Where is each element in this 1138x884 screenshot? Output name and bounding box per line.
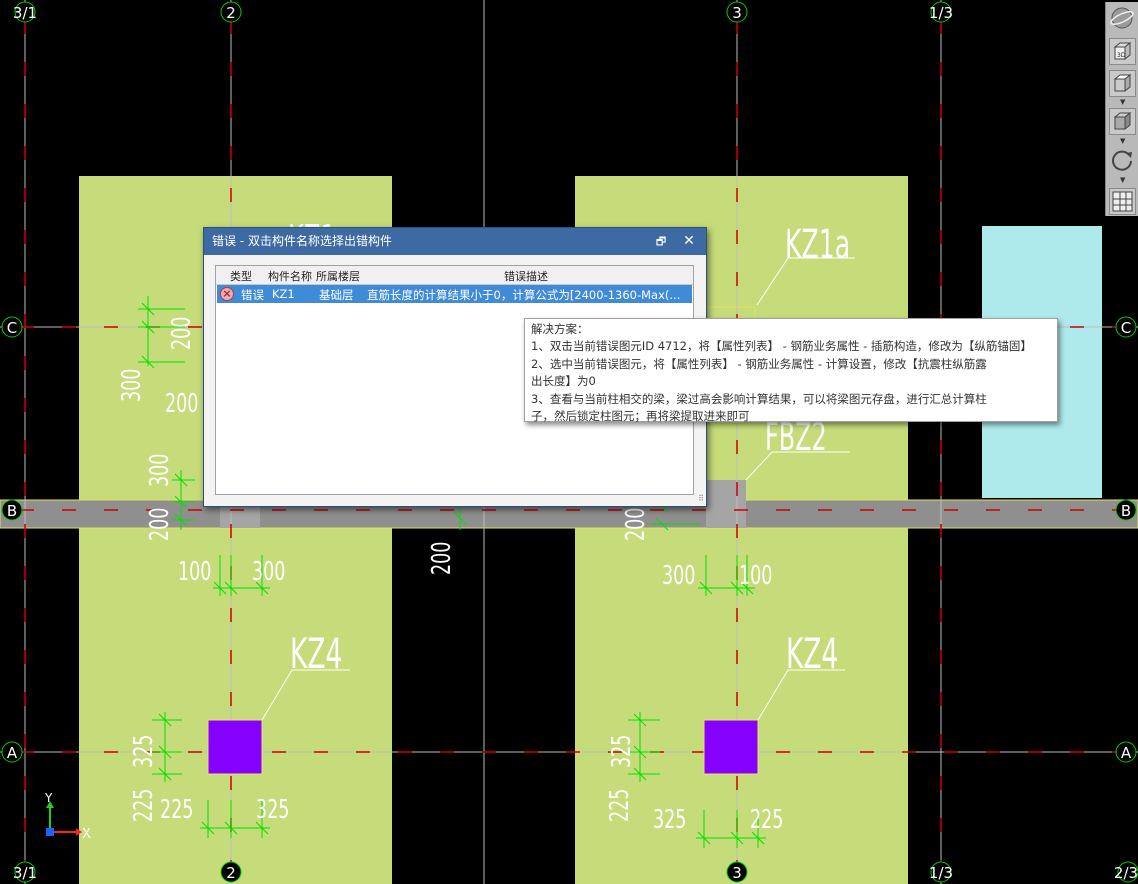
axis-bottom-5: 2/3: [1114, 864, 1138, 882]
axis-right-c: C: [1121, 319, 1131, 337]
dialog-title: 错误 - 双击构件名称选择出错构件: [212, 234, 392, 248]
layer-grid-icon[interactable]: [1109, 188, 1136, 215]
row-description: 直筋长度的计算结果小于0，计算公式为[2400-1360-Max(...: [367, 288, 681, 302]
close-icon: ✕: [683, 233, 695, 249]
view-3d-cube-icon[interactable]: 3D: [1109, 38, 1136, 65]
axis-left-b: B: [7, 502, 17, 520]
dim-200-b: 200: [145, 508, 174, 541]
rotate-icon[interactable]: [1109, 147, 1136, 174]
col-name[interactable]: 构件名称: [268, 268, 312, 284]
chevron-down-icon[interactable]: ▼: [1120, 177, 1125, 184]
dim-325-right-h: 325: [653, 805, 686, 834]
dim-225-right-h: 225: [750, 805, 783, 834]
label-kz1a: KZ1a: [785, 222, 850, 268]
axis-right-a: A: [1121, 744, 1132, 762]
dim-300-left-bottom: 300: [252, 557, 285, 586]
dim-325-left: 325: [129, 735, 158, 768]
dim-300-right: 300: [662, 561, 695, 590]
dim-300-b: 300: [145, 454, 174, 487]
dialog-title-bar[interactable]: 错误 - 双击构件名称选择出错构件 🗗 ✕: [204, 228, 706, 255]
label-kz4-right: KZ4: [786, 629, 838, 679]
view-top-cube-icon[interactable]: [1109, 70, 1136, 97]
col-floor[interactable]: 所属楼层: [316, 268, 360, 284]
row-type: 错误: [241, 288, 264, 302]
view-toolbar: 3D ▼ ▼ ▼: [1105, 2, 1138, 216]
axis-bottom-4: 1/3: [929, 864, 953, 882]
error-list-header: 类型 构件名称 所属楼层 错误描述: [216, 266, 693, 285]
tooltip-line-3: 2、选中当前错误图元，将【属性列表】 - 钢筋业务属性 - 计算设置，修改【抗震…: [531, 356, 987, 371]
error-icon: ×: [220, 287, 234, 301]
dim-225-right: 225: [605, 789, 634, 822]
row-floor: 基础层: [319, 288, 354, 302]
chevron-down-icon[interactable]: ▼: [1120, 99, 1125, 106]
dim-325-right: 325: [607, 735, 636, 768]
row-name: KZ1: [272, 287, 295, 301]
axis-top-4: 1/3: [929, 4, 953, 22]
label-kz4-left: KZ4: [290, 629, 342, 679]
axis-top-2: 2: [226, 4, 236, 22]
dim-100-left: 100: [178, 557, 211, 586]
close-button[interactable]: ✕: [680, 228, 698, 255]
axis-left-a: A: [7, 744, 18, 762]
tooltip-line-1: 解决方案：: [531, 322, 589, 336]
solution-tooltip: 解决方案： 1、双击当前错误图元ID 4712，将【属性列表】 - 钢筋业务属性…: [524, 318, 1058, 424]
coord-y-label: Y: [44, 791, 53, 805]
col-type[interactable]: 类型: [230, 268, 252, 284]
dim-225-left-h: 225: [160, 795, 193, 824]
beam-joint-3[interactable]: [706, 480, 746, 528]
dim-300-left: 300: [117, 369, 146, 402]
tooltip-line-5: 3、查看与当前柱相交的梁，梁过高会影响计算结果，可以将梁图元存盘，进行汇总计算柱: [531, 391, 987, 406]
resize-grip-icon[interactable]: ⠿: [698, 494, 704, 503]
dim-225-left: 225: [129, 789, 158, 822]
tooltip-line-2: 1、双击当前错误图元ID 4712，将【属性列表】 - 钢筋业务属性 - 插筋构…: [531, 339, 1032, 354]
dim-200-left-top: 200: [167, 317, 196, 350]
tooltip-line-4: 出长度】为0: [531, 374, 596, 389]
view-front-cube-icon[interactable]: [1109, 108, 1136, 135]
axis-bottom-3: 3: [732, 864, 742, 882]
axis-bottom-1: 3/1: [13, 864, 37, 882]
axis-bottom-2: 2: [226, 864, 236, 882]
view3d-label: 3D: [1117, 52, 1126, 59]
dim-325-left-h: 325: [256, 795, 289, 824]
axis-left-c: C: [7, 319, 17, 337]
col-description[interactable]: 错误描述: [504, 268, 548, 284]
axis-top-1: 3/1: [13, 4, 37, 22]
dim-200-left-mid: 200: [165, 389, 198, 418]
error-row[interactable]: × 错误 KZ1 基础层 直筋长度的计算结果小于0，计算公式为[2400-136…: [217, 285, 692, 303]
chevron-down-icon[interactable]: ▼: [1120, 138, 1125, 145]
dim-200-right: 200: [621, 508, 650, 541]
coord-x-label: X: [82, 827, 91, 842]
restore-button[interactable]: 🗗: [652, 228, 670, 255]
column-kz4-left[interactable]: [207, 719, 263, 775]
tooltip-line-6: 子，然后锁定柱图元；再将梁提取进来即可: [531, 409, 750, 424]
axis-right-b: B: [1121, 502, 1131, 520]
column-kz4-right[interactable]: [703, 719, 759, 775]
dim-100-right: 100: [739, 561, 772, 590]
axis-top-3: 3: [732, 4, 742, 22]
dim-200-mid: 200: [427, 542, 456, 575]
orbit-sphere-icon[interactable]: [1109, 5, 1136, 32]
restore-icon: 🗗: [655, 235, 667, 248]
